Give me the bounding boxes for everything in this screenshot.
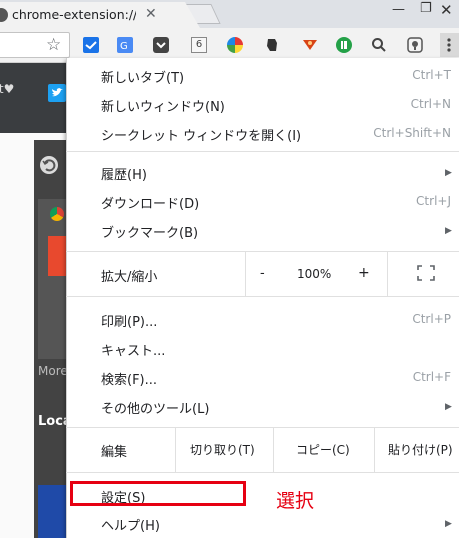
checkmark-extension-icon[interactable] (83, 37, 99, 53)
menu-divider (66, 251, 459, 252)
menu-item-new-tab[interactable]: 新しいタブ(T) (101, 67, 184, 86)
zoom-divider (245, 252, 246, 296)
annotation-select-label: 選択 (276, 490, 315, 512)
pocket-extension-icon[interactable] (153, 37, 169, 53)
menu-item-edit: 編集 (101, 445, 128, 460)
color-wheel-extension-icon[interactable] (227, 37, 243, 53)
menu-item-help[interactable]: ヘルプ(H) (101, 515, 160, 534)
active-tab[interactable]: chrome-extension://nli ✕ (0, 2, 200, 28)
svg-text:G: G (120, 41, 128, 52)
pushbullet-extension-icon[interactable] (336, 37, 352, 53)
menu-divider (66, 427, 459, 428)
edit-divider (273, 428, 274, 472)
menu-divider (66, 151, 459, 152)
tab-close-icon[interactable]: ✕ (145, 6, 157, 22)
shortcut-downloads: Ctrl+J (416, 194, 451, 208)
shortcut-incognito: Ctrl+Shift+N (373, 126, 451, 140)
menu-item-zoom: 拡大/縮小 (101, 270, 158, 285)
background-fav-text: rt♥ (0, 82, 15, 96)
maximize-button[interactable]: ❐ (420, 1, 432, 16)
menu-item-downloads[interactable]: ダウンロード(D) (101, 193, 199, 212)
bookmark-star-icon[interactable]: ☆ (46, 35, 61, 55)
zoom-level: 100% (297, 267, 332, 281)
menu-item-history[interactable]: 履歴(H) (101, 164, 147, 183)
evernote-extension-icon[interactable] (264, 37, 280, 53)
zoom-divider (387, 252, 388, 296)
search-extension-icon[interactable] (371, 37, 387, 53)
fullscreen-button[interactable] (417, 265, 435, 285)
counter-extension-icon[interactable]: 6 (191, 37, 207, 53)
copy-button[interactable]: コピー(C) (296, 441, 350, 458)
menu-item-cast[interactable]: キャスト... (101, 340, 165, 359)
menu-item-find[interactable]: 検索(F)... (101, 369, 157, 388)
edit-divider (374, 428, 375, 472)
menu-divider (66, 472, 459, 473)
background-card (38, 199, 66, 359)
shortcut-new-tab: Ctrl+T (412, 68, 451, 82)
close-window-button[interactable]: ✕ (440, 1, 453, 19)
background-more-link[interactable]: More (38, 364, 68, 378)
zoom-in-button[interactable]: + (358, 265, 370, 281)
twitter-icon[interactable] (48, 84, 66, 102)
edit-divider (175, 428, 176, 472)
submenu-arrow-icon: ▶ (445, 519, 452, 529)
menu-item-print[interactable]: 印刷(P)... (101, 311, 157, 330)
submenu-arrow-icon: ▶ (445, 168, 452, 178)
fullscreen-icon (417, 265, 435, 281)
menu-item-new-window[interactable]: 新しいウィンドウ(N) (101, 96, 225, 115)
background-red-block (48, 236, 66, 276)
menu-item-bookmarks[interactable]: ブックマーク(B) (101, 222, 198, 241)
tab-title: chrome-extension://nli (12, 7, 136, 22)
menu-divider (66, 296, 459, 297)
background-app-tile[interactable] (38, 485, 66, 538)
translate-extension-icon[interactable]: G (117, 37, 133, 53)
kebab-menu-icon (447, 38, 451, 52)
fox-extension-icon[interactable] (302, 37, 318, 53)
zoom-out-button[interactable]: - (260, 266, 265, 281)
lightbulb-extension-icon[interactable] (407, 37, 423, 53)
menu-item-incognito[interactable]: シークレット ウィンドウを開く(I) (101, 125, 301, 144)
paste-button[interactable]: 貼り付け(P) (388, 441, 453, 458)
settings-highlight-box (70, 481, 246, 506)
menu-button[interactable] (440, 33, 459, 57)
menu-item-more-tools[interactable]: その他のツール(L) (101, 398, 209, 417)
submenu-arrow-icon: ▶ (445, 226, 452, 236)
shortcut-print: Ctrl+P (412, 312, 451, 326)
cut-button[interactable]: 切り取り(T) (190, 441, 255, 458)
tab-favicon-icon (0, 8, 8, 22)
minimize-button[interactable]: — (392, 2, 405, 17)
shortcut-find: Ctrl+F (412, 370, 451, 384)
chrome-logo-icon (50, 207, 64, 221)
back-arrow-icon[interactable] (40, 156, 58, 174)
shortcut-new-window: Ctrl+N (410, 97, 451, 111)
submenu-arrow-icon: ▶ (445, 402, 452, 412)
